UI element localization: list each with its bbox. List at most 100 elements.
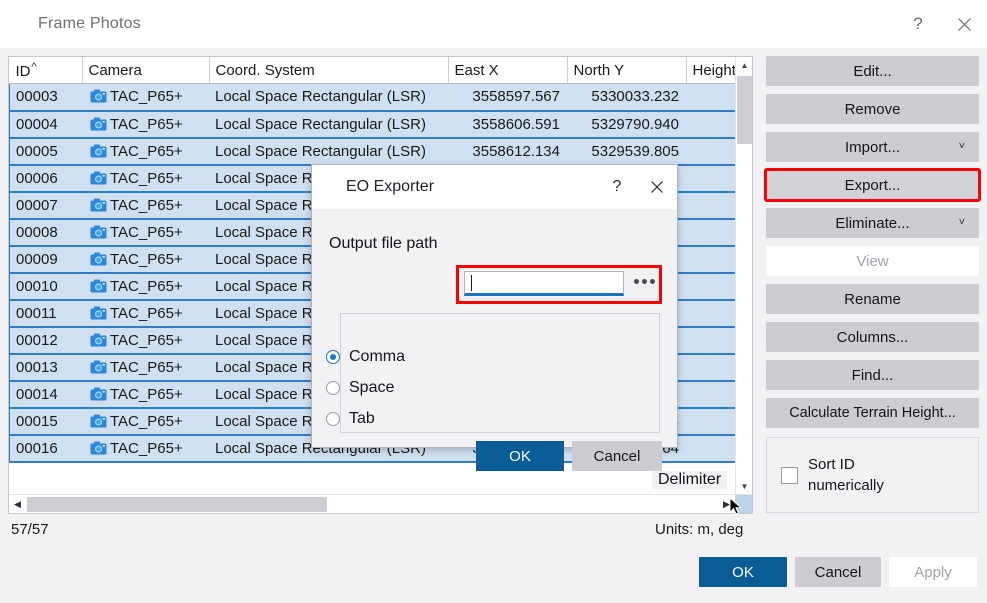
cell-id: 00005 bbox=[9, 137, 82, 166]
sidebar-button-label: Import... bbox=[844, 138, 900, 156]
cell-height-z: 1536.8 bbox=[686, 380, 737, 409]
action-button-panel: Edit... Remove Import... ˅ Export... Eliminat… bbox=[764, 56, 981, 436]
scroll-down-icon[interactable]: ▼ bbox=[736, 478, 752, 495]
sort-id-label: Sort ID numerically bbox=[808, 454, 884, 496]
cell-height-z: 1526.4 bbox=[686, 245, 737, 274]
column-header-east-x[interactable]: East X bbox=[448, 57, 568, 84]
cell-id: 00006 bbox=[9, 164, 82, 193]
sidebar-button-calculate-terrain-height[interactable]: Calculate Terrain Height... bbox=[766, 398, 979, 428]
camera-icon bbox=[90, 387, 107, 401]
camera-icon bbox=[90, 117, 107, 131]
cell-id: 00007 bbox=[9, 191, 82, 220]
vertical-scrollbar[interactable]: ▲ ▼ bbox=[735, 57, 752, 495]
cell-camera-label: TAC_P65+ bbox=[110, 304, 183, 322]
eo-exporter-cancel-button[interactable]: Cancel bbox=[572, 441, 662, 471]
sort-id-checkbox[interactable] bbox=[781, 466, 798, 484]
cell-coord-system: Local Space Rectangular (LSR) bbox=[209, 137, 448, 166]
sidebar-button-rename[interactable]: Rename bbox=[766, 284, 979, 314]
horizontal-scrollbar[interactable]: ◀ ▶ bbox=[9, 494, 752, 513]
camera-icon bbox=[90, 144, 107, 158]
delimiter-legend: Delimiter bbox=[652, 471, 728, 489]
scroll-left-icon[interactable]: ◀ bbox=[9, 495, 26, 513]
camera-icon bbox=[90, 252, 107, 266]
output-file-path-label: Output file path bbox=[329, 235, 438, 252]
sidebar-button-label: Columns... bbox=[836, 328, 909, 346]
sidebar-button-view: View bbox=[766, 246, 979, 276]
cell-id: 00011 bbox=[9, 299, 82, 328]
delimiter-option-comma[interactable]: Comma bbox=[326, 348, 405, 366]
sidebar-button-remove[interactable]: Remove bbox=[766, 94, 979, 124]
scroll-up-icon[interactable]: ▲ bbox=[736, 57, 752, 74]
browse-dot-2 bbox=[642, 279, 647, 284]
sidebar-button-export[interactable]: Export... bbox=[764, 168, 981, 202]
sort-ascending-icon: ^ bbox=[31, 60, 37, 73]
help-icon[interactable]: ? bbox=[895, 0, 941, 48]
column-header-height-z[interactable]: Height Z bbox=[686, 57, 737, 84]
cell-east-x: 3558606.591 bbox=[448, 110, 567, 139]
chevron-down-icon: ˅ bbox=[958, 216, 965, 229]
cell-height-z: 1536.2 bbox=[686, 353, 737, 382]
cell-camera-label: TAC_P65+ bbox=[110, 385, 183, 403]
eo-exporter-help-glyph: ? bbox=[612, 178, 622, 195]
sidebar-button-find[interactable]: Find... bbox=[766, 360, 979, 390]
radio-comma-icon bbox=[326, 350, 340, 364]
cell-camera: TAC_P65+ bbox=[82, 164, 209, 193]
cell-camera: TAC_P65+ bbox=[82, 110, 209, 139]
table-row[interactable]: 00003 TAC_P65+ Local Space Rectangular (LS… bbox=[9, 83, 737, 112]
sidebar-button-import[interactable]: Import... ˅ bbox=[766, 132, 979, 162]
delimiter-option-comma-label: Comma bbox=[349, 348, 406, 365]
cell-camera: TAC_P65+ bbox=[82, 380, 209, 409]
window-title: Frame Photos bbox=[38, 15, 141, 32]
sidebar-button-columns[interactable]: Columns... bbox=[766, 322, 979, 352]
cell-height-z: 1543.5 bbox=[686, 326, 737, 355]
cell-height-z: 1533.3 bbox=[686, 434, 737, 463]
vertical-scrollbar-thumb[interactable] bbox=[737, 76, 752, 144]
cell-camera: TAC_P65+ bbox=[82, 353, 209, 382]
eo-exporter-help-icon[interactable]: ? bbox=[597, 165, 637, 209]
delimiter-option-space[interactable]: Space bbox=[326, 379, 394, 397]
record-count: 57/57 bbox=[11, 521, 49, 538]
delimiter-group-box bbox=[340, 313, 660, 433]
radio-tab-icon bbox=[326, 412, 340, 426]
column-header-camera[interactable]: Camera bbox=[82, 57, 210, 84]
column-header-id[interactable]: ID^ bbox=[9, 57, 83, 84]
cell-camera-label: TAC_P65+ bbox=[110, 142, 183, 160]
close-icon[interactable] bbox=[941, 0, 987, 48]
column-header-coord-system[interactable]: Coord. System bbox=[209, 57, 449, 84]
cell-id: 00014 bbox=[9, 380, 82, 409]
eo-exporter-close-icon[interactable] bbox=[637, 165, 677, 209]
sort-id-checkbox-group[interactable]: Sort ID numerically bbox=[766, 437, 979, 513]
cell-height-z: 1542.3 bbox=[686, 110, 737, 139]
eo-exporter-ok-button[interactable]: OK bbox=[476, 441, 564, 471]
output-file-path-input[interactable] bbox=[464, 271, 624, 296]
cell-id: 00016 bbox=[9, 434, 82, 463]
table-row[interactable]: 00004 TAC_P65+ Local Space Rectangular (LS… bbox=[9, 110, 737, 139]
cell-east-x: 3558612.134 bbox=[448, 137, 567, 166]
cell-camera: TAC_P65+ bbox=[82, 218, 209, 247]
sort-id-label-line1: Sort ID bbox=[808, 456, 855, 473]
sidebar-button-edit[interactable]: Edit... bbox=[766, 56, 979, 86]
output-file-path-row: Output file path bbox=[329, 224, 663, 264]
sidebar-button-eliminate[interactable]: Eliminate... ˅ bbox=[766, 208, 979, 238]
scroll-right-icon[interactable]: ▶ bbox=[718, 495, 735, 513]
cell-camera-label: TAC_P65+ bbox=[110, 277, 183, 295]
table-row[interactable]: 00005 TAC_P65+ Local Space Rectangular (LS… bbox=[9, 137, 737, 166]
ok-button[interactable]: OK bbox=[699, 557, 787, 587]
cell-camera-label: TAC_P65+ bbox=[110, 412, 183, 430]
browse-dot-1 bbox=[634, 279, 639, 284]
column-header-id-label: ID bbox=[15, 62, 31, 80]
browse-ellipsis-icon[interactable] bbox=[634, 279, 655, 284]
cell-height-z: 1532.0 bbox=[686, 83, 737, 112]
camera-icon bbox=[90, 333, 107, 347]
horizontal-scrollbar-thumb[interactable] bbox=[27, 497, 327, 512]
table-header: ID^ Camera Coord. System East X North Y … bbox=[9, 57, 737, 84]
eo-exporter-body: Output file path Delimiter Comma Space T… bbox=[312, 209, 728, 489]
camera-icon bbox=[90, 198, 107, 212]
cell-height-z: 1540.2 bbox=[686, 191, 737, 220]
cell-coord-system: Local Space Rectangular (LSR) bbox=[209, 110, 448, 139]
column-header-north-y[interactable]: North Y bbox=[567, 57, 687, 84]
delimiter-option-tab[interactable]: Tab bbox=[326, 410, 375, 428]
window-title-bar: Frame Photos ? bbox=[0, 0, 987, 48]
cell-camera: TAC_P65+ bbox=[82, 83, 209, 112]
cancel-button[interactable]: Cancel bbox=[795, 557, 881, 587]
